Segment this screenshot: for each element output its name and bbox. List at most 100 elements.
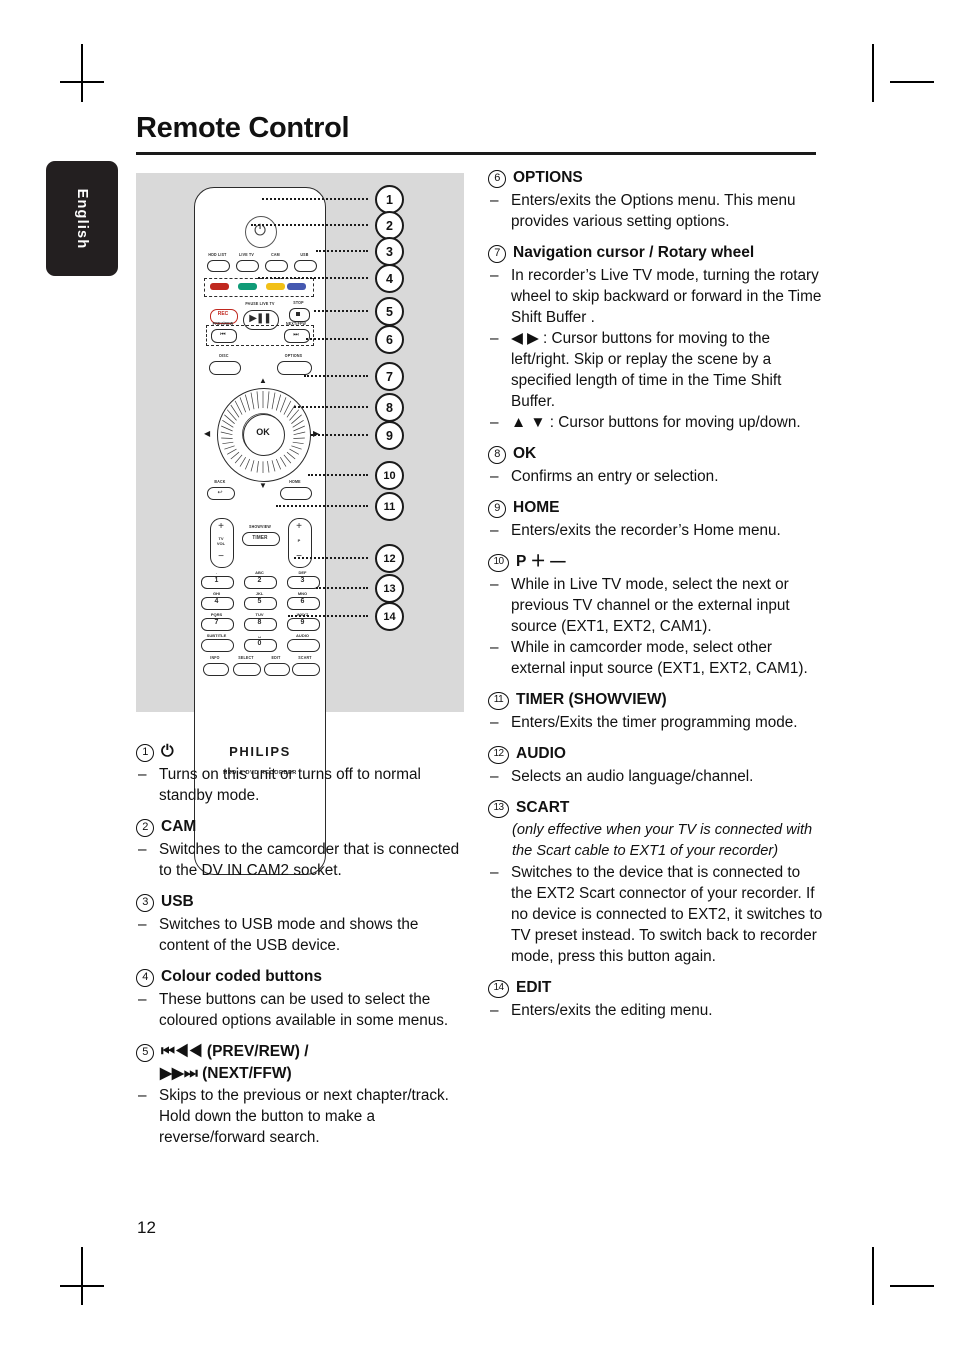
bullet-dash: – [490,639,499,656]
entry-number: 1 [136,744,154,762]
programme-plus: + [296,521,302,532]
live-tv-label: LIVE TV [239,252,254,258]
entry-heading: 8 OK [488,444,824,464]
key-8-alpha: TUV [255,612,264,617]
entry-title-line2: ▶▶⏭ (NEXT/FFW) [160,1065,292,1082]
bullet-dash: – [490,864,499,881]
remote-key-entry: 5 ⏮◀◀ (PREV/REW) / ▶▶⏭ (NEXT/FFW) – Skips to… [136,1042,472,1148]
entry-heading: 12 AUDIO [488,744,824,764]
showview-label: SHOWVIEW [249,524,271,530]
bullet-dash: – [490,468,499,485]
audio-button [287,639,320,652]
crop-mark-bottom-right [872,1247,874,1305]
scart-label: SCART [298,655,312,661]
back-label: BACK [214,479,226,485]
leader-line-7 [304,375,368,377]
callout-4: 4 [375,264,404,293]
entry-heading: 11 TIMER (SHOWVIEW) [488,690,824,710]
tv-volume-label: TV VOL [216,536,226,546]
remote-diagram-panel: ⏻ HDD LIST LIVE TV CAM USB REC PAUSE LIV… [136,173,464,875]
entry-title: SCART [516,799,570,816]
entry-bullet: – Turns on this unit or turns off to norm… [138,764,472,806]
bullet-dash: – [490,330,499,347]
entry-bullet: – Confirms an entry or selection. [490,466,824,487]
bullet-dash: – [490,768,499,785]
next-ffw-label: NEXT/FFW [286,321,306,327]
bullet-dash: – [490,267,499,284]
entry-title: TIMER (SHOWVIEW) [516,691,667,708]
entry-heading: 4 Colour coded buttons [136,967,472,987]
callout-11: 11 [375,492,404,521]
bullet-dash: – [490,576,499,593]
remote-key-entry: 10 P ＋ — – While in Live TV mode, select th… [488,552,824,679]
entry-number: 14 [488,980,509,998]
entry-title: HOME [513,499,560,516]
bullet-text: While in Live TV mode, select the next o… [511,576,790,635]
crop-mark-left-bottom [60,1285,104,1287]
colour-button-yellow [266,283,285,290]
entry-title: OK [513,445,537,462]
key-1-alpha: . [215,570,218,575]
play-pause-icon: ▶❚❚ [249,313,271,324]
stop-label: STOP [293,300,304,306]
entry-title: Colour coded buttons [161,968,323,985]
bullet-dash: – [138,766,147,783]
leader-line-1 [262,198,368,200]
crop-mark-top-left [81,44,83,102]
edit-label: EDIT [271,655,281,661]
left-text-column: 1 ⏻ – Turns on this unit or turns off to no… [136,742,472,1159]
callout-2: 2 [375,211,404,240]
entry-bullet: – Selects an audio language/channel. [490,766,824,787]
cam-button [265,260,288,272]
entry-title: P ＋ — [516,553,566,570]
entry-title: Navigation cursor / Rotary wheel [513,244,755,261]
bullet-dash: – [138,841,147,858]
remote-key-entry: 7 Navigation cursor / Rotary wheel – In rec… [488,243,824,433]
title-divider [136,152,816,155]
bullet-dash: – [138,1087,147,1104]
select-label: SELECT [238,655,254,661]
colour-button-red [210,283,229,290]
entry-bullet: – Enters/exits the editing menu. [490,1000,824,1021]
remote-key-entry: 12 AUDIO – Selects an audio language/channe… [488,744,824,787]
entry-bullet: – Enters/Exits the timer programming mode… [490,712,824,733]
colour-button-green [238,283,257,290]
crop-mark-top-right [872,44,874,102]
key-9-digit: 9 [300,619,305,626]
bullet-text: Selects an audio language/channel. [511,768,754,785]
entry-title: CAM [161,818,197,835]
options-button [277,361,312,375]
hdd-list-button [207,260,230,272]
bullet-text: Switches to USB mode and shows the conte… [159,916,419,954]
next-ffw-icon: ⏭ [293,332,299,338]
key-7-digit: 7 [214,619,219,626]
remote-key-entry: 14 EDIT – Enters/exits the editing menu. [488,978,824,1021]
home-label: HOME [289,479,301,485]
bullet-dash: – [490,414,499,431]
entry-title: EDIT [516,979,552,996]
entry-title: AUDIO [516,745,566,762]
crop-mark-right-bottom [890,1285,934,1287]
stop-icon [296,312,300,316]
key-8-digit: 8 [257,619,262,626]
programme-label: P [297,538,301,543]
tv-volume-minus: − [218,551,224,562]
remote-key-entry: 1 ⏻ – Turns on this unit or turns off to no… [136,742,472,806]
callout-6: 6 [375,325,404,354]
remote-key-entry: 11 TIMER (SHOWVIEW) – Enters/Exits the time… [488,690,824,733]
usb-button [294,260,317,272]
entry-heading: 10 P ＋ — [488,552,824,572]
leader-line-2 [251,224,368,226]
prev-rew-icon: ⏮ [220,332,226,338]
language-tab-english: English [46,161,118,276]
key-6-alpha: MNO [297,591,308,596]
bullet-dash: – [490,714,499,731]
right-text-column: 6 OPTIONS – Enters/exits the Options menu. … [488,168,824,1032]
entry-bullet: – Enters/exits the recorder’s Home menu. [490,520,824,541]
callout-12: 12 [375,544,404,573]
bullet-dash: – [138,991,147,1008]
bullet-text: Confirms an entry or selection. [511,468,719,485]
audio-label: AUDIO [296,633,309,638]
remote-key-entry: 8 OK – Confirms an entry or selection. [488,444,824,487]
cam-label: CAM [271,252,280,258]
